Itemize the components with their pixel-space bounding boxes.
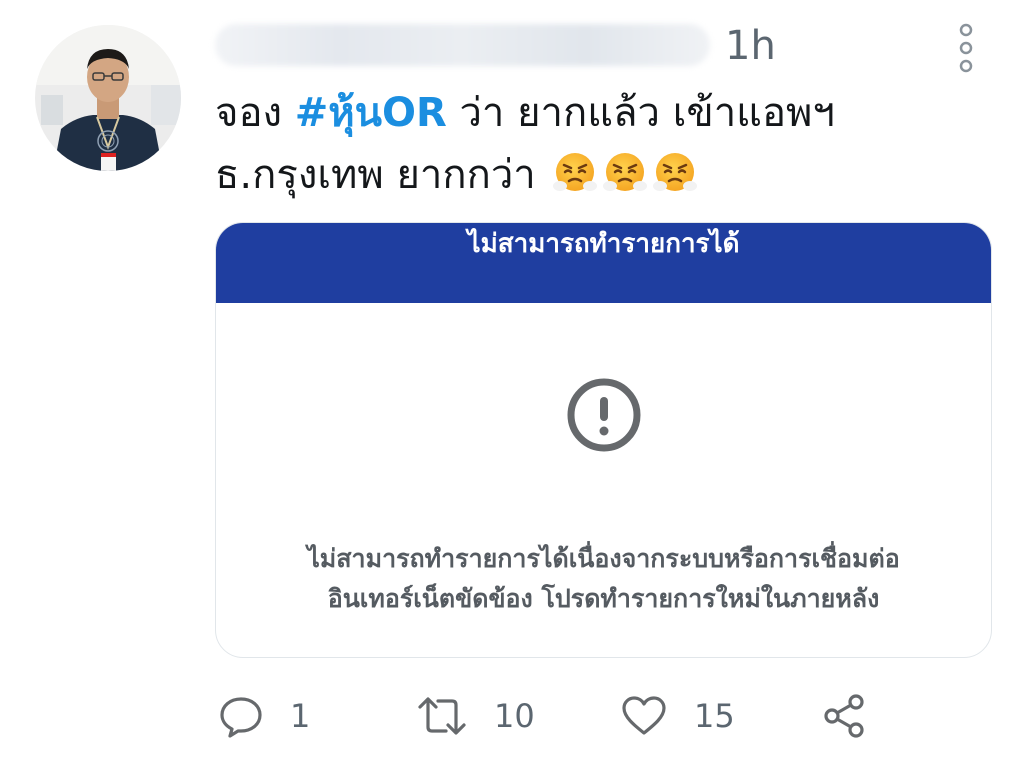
- attached-image-card[interactable]: ไม่สามารถทำรายการได้ ไม่สามารถทำรายการได…: [215, 222, 992, 658]
- like-count: 15: [694, 697, 735, 735]
- tweet-time[interactable]: 1h: [725, 22, 776, 70]
- error-message-line-2: อินเทอร์เน็ตขัดข้อง โปรดทำรายการใหม่ในภา…: [327, 584, 880, 613]
- tweet: 1h จอง #หุ้นOR ว่า ยากแล้ว เข้าแอพฯ ธ.กร…: [0, 0, 1024, 769]
- retweet-icon: [418, 697, 466, 735]
- heart-icon: [622, 696, 666, 735]
- share-icon: [824, 694, 864, 738]
- face-with-steam-icon: [552, 150, 598, 196]
- more-options-icon[interactable]: [955, 22, 977, 74]
- tweet-text: จอง #หุ้นOR ว่า ยากแล้ว เข้าแอพฯ ธ.กรุงเ…: [215, 82, 975, 206]
- error-dialog-header: ไม่สามารถทำรายการได้: [216, 223, 991, 303]
- share-button[interactable]: [822, 690, 868, 742]
- avatar[interactable]: [35, 25, 181, 171]
- retweet-count: 10: [494, 697, 535, 735]
- tweet-header: 1h: [215, 16, 977, 74]
- reply-button[interactable]: 1: [218, 690, 310, 742]
- reply-icon: [220, 697, 262, 738]
- error-message-line-1: ไม่สามารถทำรายการได้เนื่องจากระบบหรือการ…: [307, 544, 900, 573]
- exclamation-circle-icon: [566, 377, 642, 453]
- retweet-button[interactable]: 10: [416, 690, 535, 742]
- like-button[interactable]: 15: [620, 690, 735, 742]
- tweet-text-line-2: ธ.กรุงเทพ ยากกว่า: [215, 144, 975, 206]
- tweet-text-prefix: จอง: [215, 90, 295, 136]
- error-dialog-body: ไม่สามารถทำรายการได้เนื่องจากระบบหรือการ…: [216, 303, 991, 657]
- tweet-text-line-2-text: ธ.กรุงเทพ ยากกว่า: [215, 152, 536, 198]
- tweet-text-line-1: จอง #หุ้นOR ว่า ยากแล้ว เข้าแอพฯ: [215, 82, 975, 144]
- face-with-steam-icon: [652, 150, 698, 196]
- reply-count: 1: [290, 697, 311, 735]
- face-with-steam-icon: [602, 150, 648, 196]
- tweet-text-suffix: ว่า ยากแล้ว เข้าแอพฯ: [446, 90, 835, 136]
- tweet-actions: 1 10 15: [218, 690, 918, 742]
- hashtag-link[interactable]: #หุ้นOR: [295, 90, 447, 136]
- error-message: ไม่สามารถทำรายการได้เนื่องจากระบบหรือการ…: [216, 539, 991, 619]
- avatar-photo: [35, 25, 181, 171]
- blurred-username[interactable]: [215, 24, 710, 66]
